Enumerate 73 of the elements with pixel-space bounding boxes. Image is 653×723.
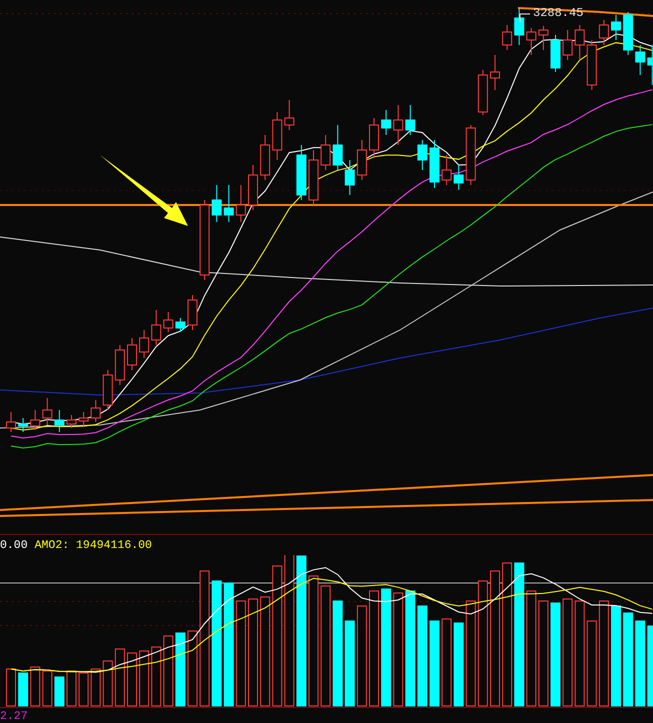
candlestick: [526, 28, 536, 56]
volume-bar: [114, 648, 125, 706]
candlestick: [586, 40, 597, 90]
candlestick: [224, 184, 234, 222]
candlestick: [598, 20, 609, 46]
candlestick: [417, 140, 428, 170]
volume-bar: [30, 666, 40, 706]
candlestick: [466, 124, 476, 186]
candlestick: [151, 310, 162, 346]
candlestick: [574, 24, 585, 60]
candlestick: [296, 144, 306, 200]
volume-bar: [78, 672, 89, 706]
candlestick: [393, 104, 404, 146]
candlestick: [260, 134, 270, 180]
candlestick: [320, 134, 331, 170]
candlestick: [78, 412, 89, 426]
candlestick: [54, 410, 64, 432]
candlestick: [430, 140, 440, 188]
arrow-icon: [100, 155, 188, 226]
leader-line: [520, 14, 530, 22]
candlestick: [405, 104, 416, 136]
candlestick: [6, 412, 16, 432]
candlestick: [272, 112, 282, 160]
candlestick: [454, 164, 464, 190]
candlestick: [284, 100, 294, 130]
candlestick: [212, 184, 222, 222]
volume-bar: [163, 636, 174, 706]
max-price-label: 3288.45: [533, 6, 584, 20]
candlestick: [332, 124, 343, 170]
volume-bar: [127, 652, 137, 706]
candlestick: [514, 8, 524, 46]
volume-bar: [18, 672, 28, 706]
candlestick: [18, 418, 28, 432]
candlestick: [502, 24, 512, 50]
candlestick: [308, 150, 318, 206]
candlestick: [114, 344, 125, 386]
volume-bar: [6, 668, 16, 706]
candlestick: [66, 414, 76, 428]
candlestick: [248, 164, 258, 210]
candlestick: [369, 118, 379, 158]
candlestick: [478, 70, 488, 116]
volume-bar: [42, 670, 52, 706]
candlestick: [635, 44, 646, 76]
candlestick: [163, 312, 174, 332]
candlestick: [562, 30, 573, 60]
candlestick: [344, 160, 355, 196]
candlestick: [127, 338, 137, 370]
volume-bar: [90, 668, 101, 706]
candlestick: [90, 400, 101, 422]
candlestick: [623, 12, 634, 56]
candlestick: [647, 44, 653, 86]
candlestick: [30, 410, 40, 430]
candlestick: [175, 318, 186, 332]
volume-bar: [66, 670, 76, 706]
candlestick: [139, 330, 150, 358]
volume-bar: [139, 650, 150, 706]
candlestick: [356, 140, 367, 180]
candlestick: [611, 14, 621, 40]
axis-label: 2.27: [0, 710, 28, 722]
candlestick: [550, 34, 560, 72]
candlestick: [490, 54, 500, 90]
indicator-value: 0.00: [0, 538, 28, 552]
volume-bar: [54, 676, 64, 706]
volume-bar: [151, 646, 162, 706]
candlestick: [236, 184, 246, 222]
candlestick: [538, 26, 548, 50]
indicator-value: AMO2: 19494116.00: [34, 538, 152, 552]
candlestick: [442, 154, 452, 186]
candlestick: [381, 110, 392, 136]
candlestick: [42, 398, 52, 426]
volume-bar: [102, 660, 113, 706]
candlestick: [188, 294, 198, 330]
candlestick: [102, 370, 113, 410]
